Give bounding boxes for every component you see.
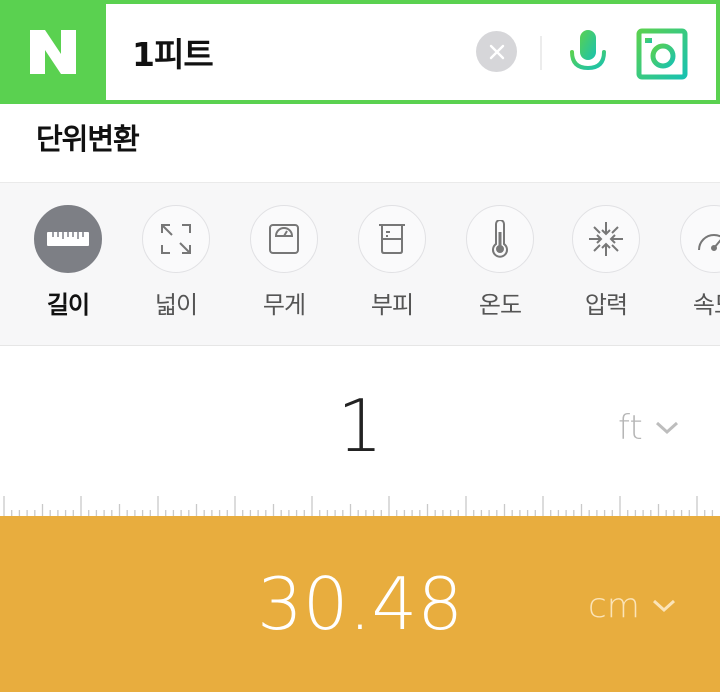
- tab-weight[interactable]: 무게: [236, 205, 332, 320]
- result-unit-select[interactable]: cm: [588, 586, 676, 626]
- thermometer-icon: [466, 205, 534, 273]
- input-unit-select[interactable]: ft: [618, 408, 679, 448]
- tab-temperature[interactable]: 온도: [452, 205, 548, 320]
- ruler-icon: [34, 205, 102, 273]
- expand-arrows-icon: [142, 205, 210, 273]
- section-title: 단위변환: [36, 122, 140, 156]
- tab-area[interactable]: 넓이: [128, 205, 224, 320]
- tab-label: 속도: [692, 291, 720, 319]
- tab-label: 압력: [584, 291, 628, 319]
- search-input[interactable]: 1피트: [132, 28, 214, 76]
- unit-category-tabs: 길이 넓이 무게 부피 온도 압력 속: [0, 182, 720, 346]
- close-icon: [489, 44, 504, 59]
- tab-label: 부피: [370, 291, 414, 319]
- tab-pressure[interactable]: 압력: [558, 205, 654, 320]
- divider: [540, 36, 542, 70]
- compress-arrows-icon: [572, 205, 640, 273]
- naver-logo-icon: [30, 30, 76, 74]
- input-unit-label: ft: [618, 408, 643, 448]
- result-unit-label: cm: [588, 586, 640, 626]
- voice-search-button[interactable]: [564, 28, 612, 80]
- clear-search-button[interactable]: [476, 31, 517, 72]
- search-box[interactable]: 1피트: [106, 4, 716, 100]
- search-bar: 1피트: [0, 0, 720, 104]
- tab-volume[interactable]: 부피: [344, 205, 440, 320]
- chevron-down-icon: [652, 599, 675, 613]
- scale-icon: [250, 205, 318, 273]
- beaker-icon: [358, 205, 426, 273]
- tab-label: 길이: [46, 291, 90, 319]
- microphone-icon: [570, 30, 606, 80]
- chevron-down-icon: [655, 421, 678, 435]
- speedometer-icon: [680, 205, 720, 273]
- tab-label: 넓이: [154, 291, 198, 319]
- naver-logo[interactable]: [0, 0, 106, 104]
- tab-length[interactable]: 길이: [20, 205, 116, 320]
- tab-label: 온도: [478, 291, 522, 319]
- tab-label: 무게: [262, 291, 306, 319]
- tab-speed[interactable]: 속도: [666, 205, 720, 320]
- camera-lens-icon: [636, 28, 688, 80]
- image-search-button[interactable]: [636, 28, 688, 80]
- input-value-field[interactable]: 1: [0, 384, 720, 468]
